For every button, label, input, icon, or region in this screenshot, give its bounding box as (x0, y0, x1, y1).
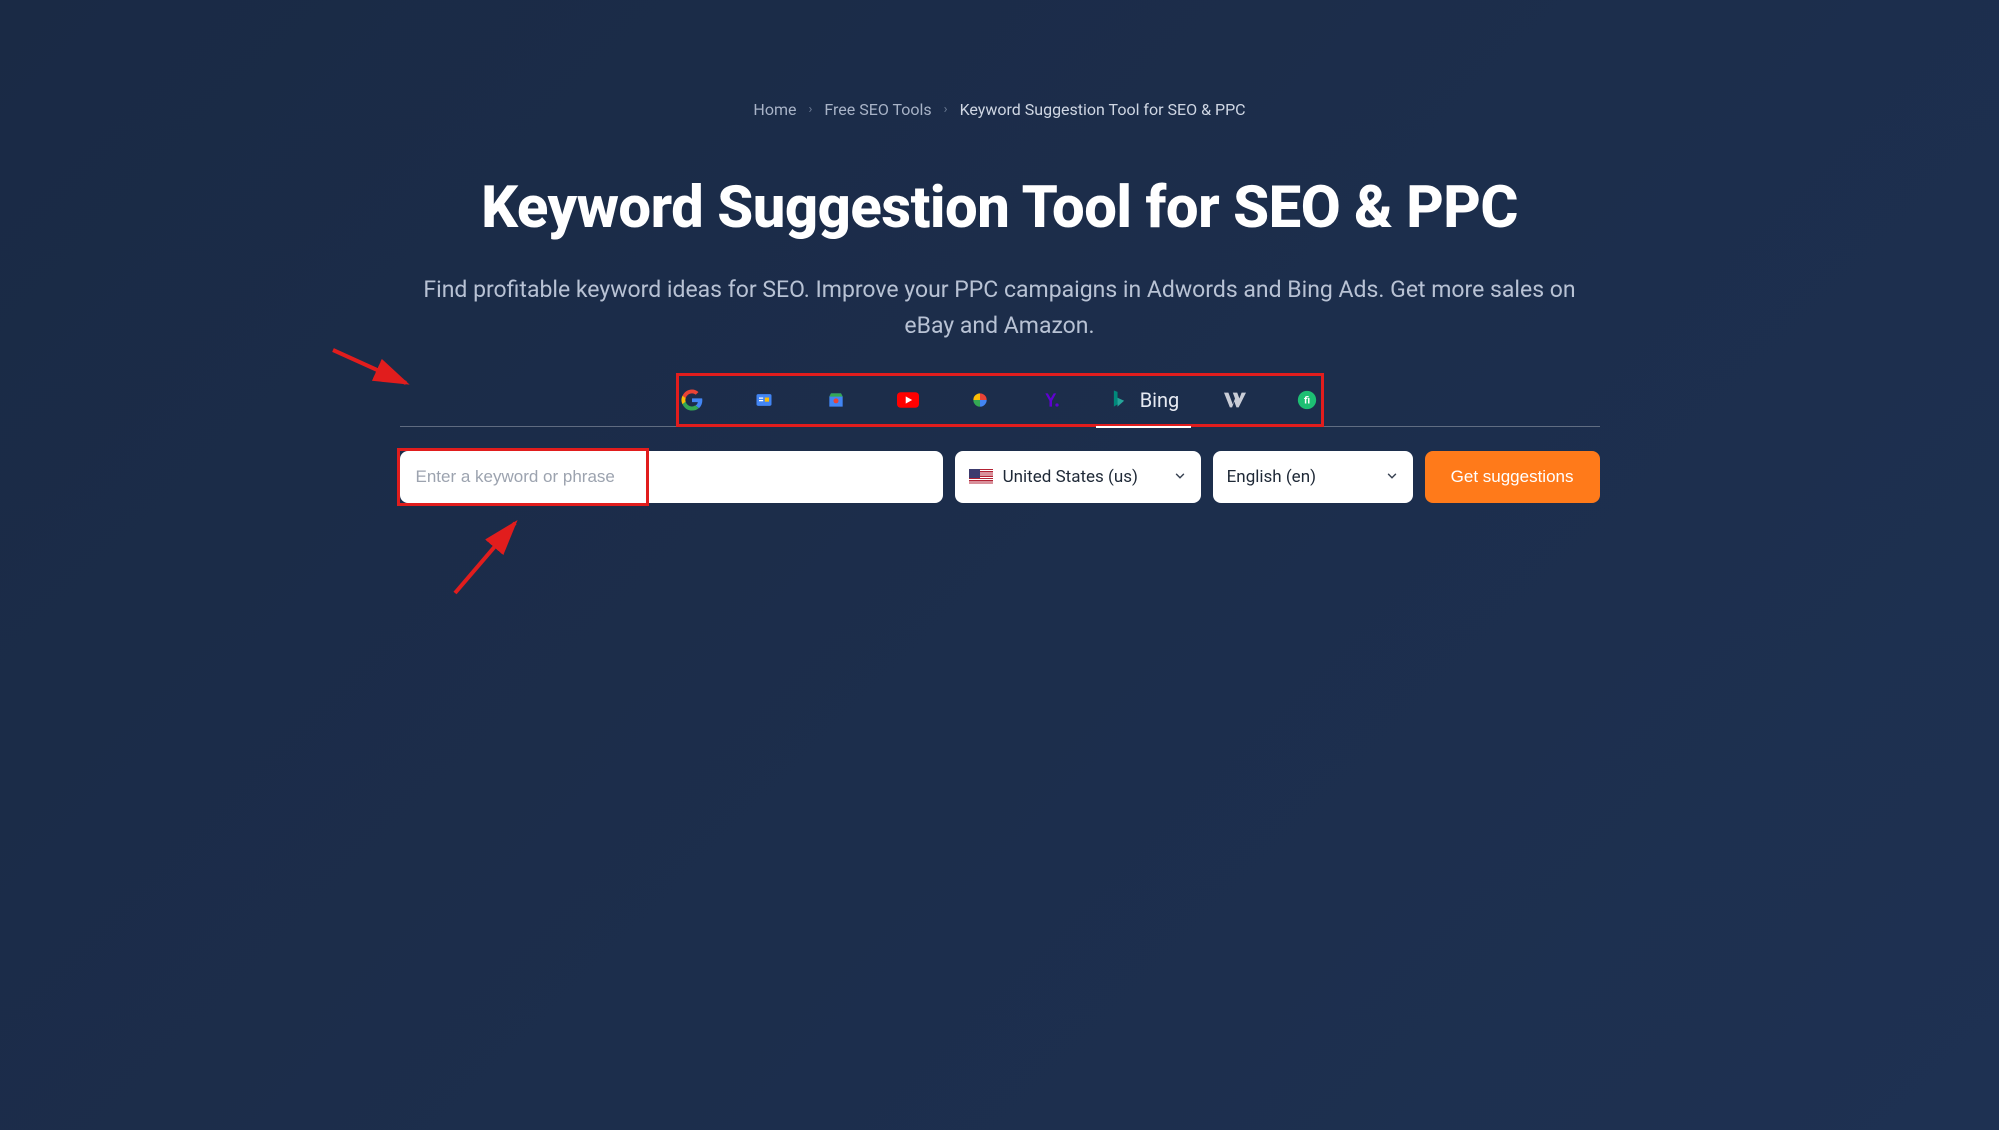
engine-tab-yahoo[interactable] (1030, 378, 1074, 422)
breadcrumb-tools[interactable]: Free SEO Tools (824, 100, 931, 119)
engine-tab-google-news[interactable] (742, 378, 786, 422)
annotation-arrow-input (445, 513, 535, 603)
engine-tab-google[interactable] (670, 378, 714, 422)
breadcrumb: Home › Free SEO Tools › Keyword Suggesti… (400, 100, 1600, 119)
engine-tabs: Bing fi (400, 373, 1600, 427)
language-select[interactable]: English (en) (1213, 451, 1413, 503)
engine-tab-youtube[interactable] (886, 378, 930, 422)
keyword-input[interactable] (400, 451, 943, 503)
get-suggestions-button[interactable]: Get suggestions (1425, 451, 1600, 503)
wikipedia-icon (1224, 389, 1246, 411)
keyword-input-wrap (400, 451, 943, 503)
chevron-right-icon: › (944, 102, 948, 117)
engine-tab-wikipedia[interactable] (1213, 378, 1257, 422)
language-select-value: English (en) (1227, 467, 1316, 487)
chevron-down-icon (1173, 468, 1187, 487)
engine-tab-google-photos[interactable] (958, 378, 1002, 422)
breadcrumb-current: Keyword Suggestion Tool for SEO & PPC (960, 100, 1246, 119)
engine-tab-bing-label: Bing (1140, 388, 1180, 412)
svg-text:fi: fi (1304, 395, 1310, 406)
breadcrumb-home[interactable]: Home (753, 100, 796, 119)
country-select-value: United States (us) (1003, 467, 1138, 487)
yahoo-icon (1041, 389, 1063, 411)
bing-icon (1108, 389, 1130, 411)
youtube-icon (897, 389, 919, 411)
us-flag-icon (969, 469, 993, 485)
engine-tab-fiverr[interactable]: fi (1285, 378, 1329, 422)
page-subtitle: Find profitable keyword ideas for SEO. I… (400, 272, 1600, 343)
chevron-down-icon (1385, 468, 1399, 487)
chevron-right-icon: › (808, 102, 812, 117)
google-photos-icon (969, 389, 991, 411)
page-title: Keyword Suggestion Tool for SEO & PPC (400, 174, 1600, 242)
country-select[interactable]: United States (us) (955, 451, 1201, 503)
google-icon (681, 389, 703, 411)
google-news-icon (753, 389, 775, 411)
engine-tab-google-shopping[interactable] (814, 378, 858, 422)
google-shopping-icon (825, 389, 847, 411)
fiverr-icon: fi (1296, 389, 1318, 411)
engine-tab-bing[interactable]: Bing (1102, 378, 1186, 422)
